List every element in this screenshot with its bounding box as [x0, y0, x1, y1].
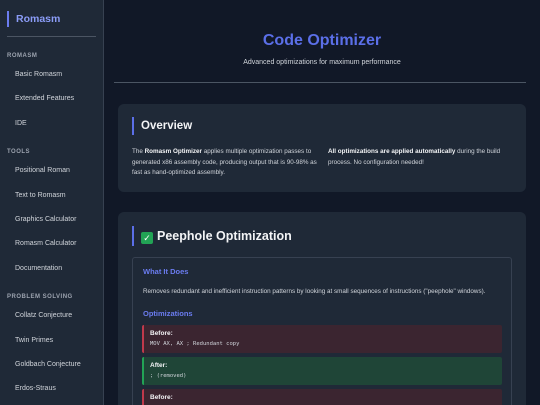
header-divider [114, 82, 526, 83]
sidebar-item-extended-features[interactable]: Extended Features [0, 87, 103, 111]
overview-description: The Romasm Optimizer applies multiple op… [132, 147, 318, 179]
peephole-card: ✓ Peephole Optimization What It Does Remo… [118, 212, 526, 405]
sidebar-section-problem-solving: PROBLEM SOLVING [7, 294, 73, 301]
sidebar-brand[interactable]: Romasm [7, 11, 103, 27]
what-it-does-text: Removes redundant and inefficient instru… [143, 288, 486, 295]
overview-card: Overview The Romasm Optimizer applies mu… [118, 104, 526, 192]
page-title: Code Optimizer [262, 32, 382, 49]
peephole-details: What It Does Removes redundant and ineff… [132, 257, 512, 405]
after-example: After: ; (removed) [142, 357, 502, 385]
peephole-title: Peephole Optimization [157, 229, 292, 243]
sidebar-item-twin-primes[interactable]: Twin Primes [0, 329, 103, 353]
sidebar-item-text-to-romasm[interactable]: Text to Romasm [0, 184, 103, 208]
sidebar-item-documentation[interactable]: Documentation [0, 257, 103, 281]
before-label: Before: [150, 330, 173, 337]
after-label: After: [150, 362, 168, 369]
sidebar-item-romasm-calculator[interactable]: Romasm Calculator [0, 232, 103, 256]
sidebar-item-collatz-conjecture[interactable]: Collatz Conjecture [0, 304, 103, 328]
sidebar-item-basic-romasm[interactable]: Basic Romasm [0, 63, 103, 87]
before-code: MOV AX, AX ; Redundant copy [150, 341, 240, 347]
optimizations-heading: Optimizations [143, 309, 193, 318]
after-code: ; (removed) [150, 373, 187, 379]
sidebar-item-erdos-straus[interactable]: Erdos-Straus [0, 377, 103, 401]
overview-note: All optimizations are applied automatica… [328, 147, 514, 168]
sidebar-item-ide[interactable]: IDE [0, 112, 103, 136]
overview-left-pre: The [132, 148, 145, 155]
what-it-does-heading: What It Does [143, 267, 189, 276]
sidebar-section-romasm: ROMASM [7, 53, 38, 59]
main-content: Code Optimizer Advanced optimizations fo… [104, 0, 540, 405]
page-subtitle: Advanced optimizations for maximum perfo… [243, 59, 401, 66]
overview-left-bold: Romasm Optimizer [144, 148, 202, 155]
sidebar-item-positional-roman[interactable]: Positional Roman [0, 159, 103, 183]
overview-title: Overview [132, 117, 192, 135]
check-mark-icon: ✓ [141, 232, 153, 244]
before-example-2: Before: [142, 389, 502, 405]
before-example: Before: MOV AX, AX ; Redundant copy [142, 325, 502, 353]
overview-right-bold: All optimizations are applied automatica… [328, 148, 456, 155]
sidebar-section-tools: TOOLS [7, 149, 31, 156]
sidebar: Romasm ROMASM Basic Romasm Extended Feat… [0, 0, 104, 405]
sidebar-item-goldbach-conjecture[interactable]: Goldbach Conjecture [0, 353, 103, 377]
peephole-heading: ✓ Peephole Optimization [132, 226, 292, 246]
sidebar-item-graphics-calculator[interactable]: Graphics Calculator [0, 208, 103, 232]
before-label-2: Before: [150, 394, 173, 401]
